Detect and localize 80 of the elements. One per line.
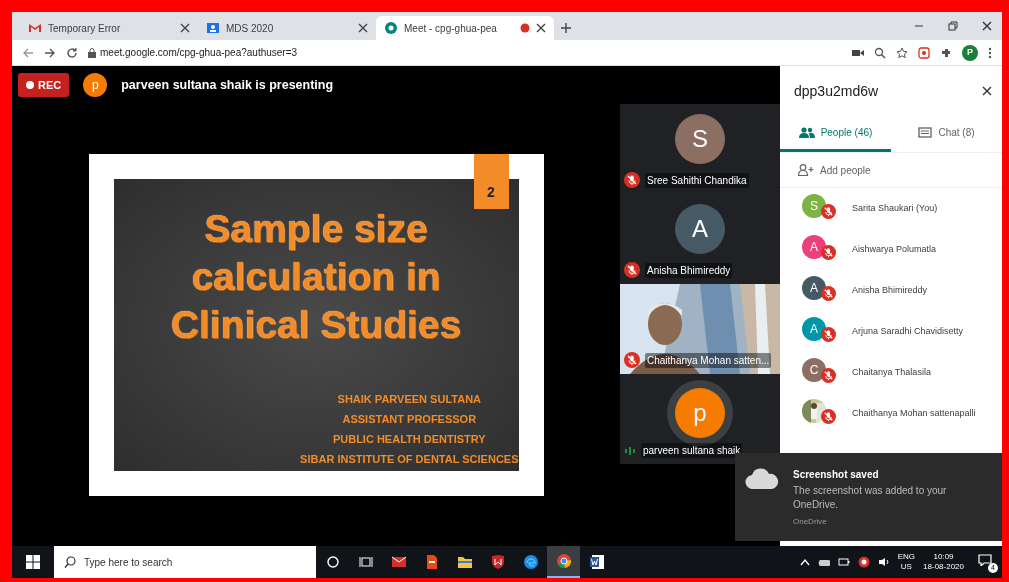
back-icon[interactable] <box>22 46 34 59</box>
slide-author-line: PUBLIC HEALTH DENTISTRY <box>332 432 486 447</box>
slide-number: 2 <box>473 154 509 209</box>
participant-avatar: A <box>802 234 826 259</box>
add-person-icon <box>798 164 814 176</box>
extension-icon[interactable] <box>918 46 930 59</box>
speaker-icon[interactable] <box>877 557 890 567</box>
toast-message: The screenshot was added to your OneDrive. <box>793 484 948 512</box>
language-indicator[interactable]: ENG US <box>897 552 916 572</box>
slide-title: Clinical Studies <box>170 302 462 348</box>
participant-name: Arjuna Saradhi Chavidisetty <box>852 324 964 338</box>
mail-icon <box>28 21 42 35</box>
shield-icon[interactable] <box>489 554 506 570</box>
toast-title: Screenshot saved <box>793 468 880 482</box>
participant-name: Sree Sahithi Chandika <box>645 172 749 188</box>
security-icon[interactable] <box>857 556 870 568</box>
participant-avatar: A <box>675 204 725 254</box>
participant-avatar: A <box>802 275 826 300</box>
close-icon[interactable] <box>982 21 992 31</box>
participant-name: Anisha Bhimireddy <box>852 283 928 297</box>
slide-author-line: ASSISTANT PROFESSOR <box>342 412 477 427</box>
slide-author-line: SHAIK PARVEEN SULTANA <box>337 392 481 407</box>
participant-name: Chaithanya Mohan sattenapalli <box>852 406 976 420</box>
browser-icon[interactable] <box>522 554 539 570</box>
close-icon[interactable] <box>982 86 992 96</box>
people-icon <box>798 127 815 138</box>
chevron-up-icon[interactable] <box>799 558 810 566</box>
add-people-button[interactable]: Add people <box>780 152 1002 188</box>
slide-title: calculation in <box>191 254 441 300</box>
browser-tab[interactable]: MDS 2020 <box>198 16 376 40</box>
participant-avatar: A <box>802 316 826 341</box>
board-icon <box>206 21 220 35</box>
battery-icon[interactable] <box>837 557 850 567</box>
cortana-icon[interactable] <box>326 556 339 568</box>
participant-name: parveen sultana shaik <box>641 443 743 458</box>
presenter-avatar: p <box>83 73 108 97</box>
mail-icon[interactable] <box>390 554 407 570</box>
search-field[interactable]: Type here to search <box>54 546 316 578</box>
menu-icon[interactable] <box>988 46 992 59</box>
word-icon[interactable] <box>588 554 605 570</box>
meeting-code: dpp3u2md6w <box>794 81 879 101</box>
participant-avatar: C <box>802 357 826 382</box>
tab-close-icon[interactable] <box>358 23 368 33</box>
slide-author-line: SIBAR INSTITUTE OF DENTAL SCIENCES <box>300 452 519 467</box>
notification-icon <box>978 554 992 566</box>
ring-icon <box>384 21 398 35</box>
start-icon[interactable] <box>26 555 40 569</box>
panel-tab[interactable]: People (46) <box>780 116 891 152</box>
recording-badge: REC <box>18 72 70 98</box>
participant-name: Anisha Bhimireddy <box>645 262 733 278</box>
record-dot-icon <box>26 81 34 89</box>
participant-name: Aishwarya Polumatla <box>852 242 937 256</box>
participant-name: Chaithanya Mohan satten... <box>645 352 772 368</box>
clock[interactable]: 10:09 18-08-2020 <box>923 552 964 572</box>
url-field[interactable]: meet.google.com/cpg-ghua-pea?authuser=3 <box>100 45 842 60</box>
browser-icon[interactable] <box>555 553 572 569</box>
profile-avatar[interactable]: P <box>962 44 978 61</box>
chat-icon <box>918 126 933 139</box>
browser-tab[interactable]: Temporary Error <box>20 16 198 40</box>
toast-source: OneDrive <box>793 516 828 528</box>
search-icon[interactable] <box>874 46 886 59</box>
browser-tab[interactable]: Meet - cpg-ghua-pea <box>376 16 554 40</box>
restore-icon[interactable] <box>948 21 958 31</box>
participant-avatar: S <box>802 193 826 218</box>
reload-icon[interactable] <box>66 46 78 59</box>
star-icon[interactable] <box>896 46 908 59</box>
camera-icon[interactable] <box>852 47 864 58</box>
participant-name: Sarita Shaukari (You) <box>852 201 938 215</box>
task-view-icon[interactable] <box>358 556 373 568</box>
lock-icon <box>88 47 96 58</box>
forward-icon[interactable] <box>44 46 56 59</box>
panel-tab[interactable]: Chat (8) <box>891 116 1002 152</box>
participant-name: Chaitanya Thalasila <box>852 365 931 379</box>
tab-close-icon[interactable] <box>536 23 546 33</box>
participant-avatar: S <box>675 114 725 164</box>
tab-close-icon[interactable] <box>180 23 190 33</box>
slide-title: Sample size <box>204 206 428 252</box>
presenting-text: parveen sultana shaik is presenting <box>121 76 334 94</box>
folder-icon[interactable] <box>456 554 473 570</box>
new-tab-icon[interactable] <box>560 22 572 34</box>
